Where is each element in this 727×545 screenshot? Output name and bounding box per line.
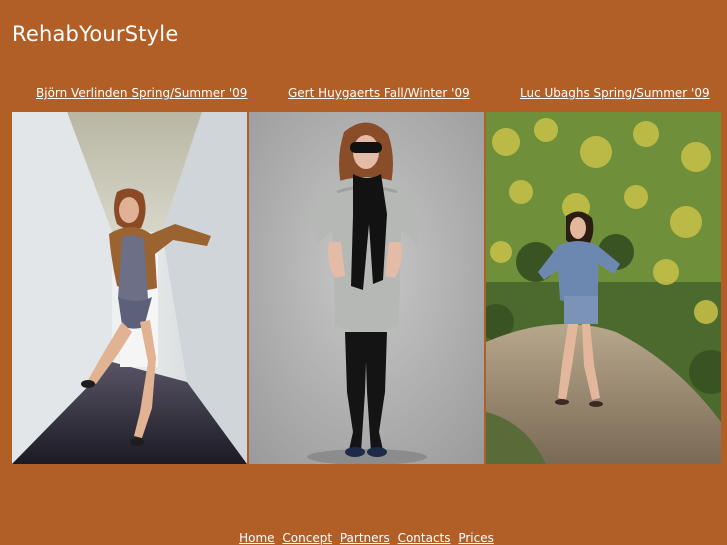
photo-bjorn-verlinden[interactable] [12,112,247,464]
photo-gert-huygaerts[interactable] [249,112,484,464]
collection-link-gert-huygaerts[interactable]: Gert Huygaerts Fall/Winter '09 [288,86,470,101]
collection-link-bjorn-verlinden[interactable]: Björn Verlinden Spring/Summer '09 [36,86,247,101]
collection-link-luc-ubaghs[interactable]: Luc Ubaghs Spring/Summer '09 [520,86,710,101]
photo-luc-ubaghs[interactable] [486,112,721,464]
site-title: RehabYourStyle [12,22,179,46]
footer-link-home[interactable]: Home [239,531,274,545]
footer-link-concept[interactable]: Concept [282,531,332,545]
footer-nav: Home Concept Partners Contacts Prices [0,531,727,545]
footer-link-prices[interactable]: Prices [458,531,494,545]
page: RehabYourStyle Björn Verlinden Spring/Su… [0,0,727,545]
footer-link-contacts[interactable]: Contacts [398,531,451,545]
footer-link-partners[interactable]: Partners [340,531,390,545]
